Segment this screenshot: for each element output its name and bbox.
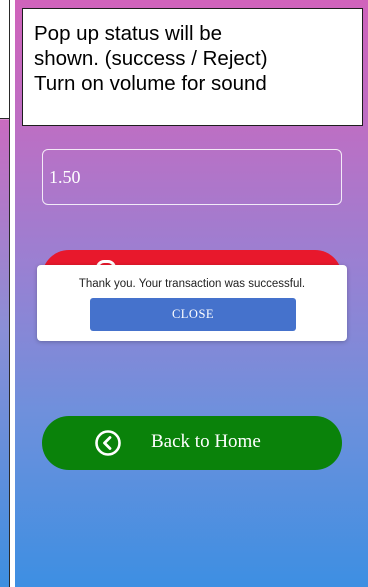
previous-screen-strip <box>0 0 9 587</box>
note-line-2: shown. (success / Reject) <box>34 47 268 70</box>
amount-value: 1.50 <box>49 167 81 187</box>
close-button[interactable]: CLOSE <box>90 298 296 331</box>
back-to-home-label: Back to Home <box>151 431 261 452</box>
amount-field[interactable]: 1.50 <box>42 149 342 205</box>
status-popup: Thank you. Your transaction was successf… <box>37 265 347 341</box>
popup-message: Thank you. Your transaction was successf… <box>78 278 306 290</box>
annotation-note: Pop up status will be shown. (success / … <box>22 8 363 126</box>
chevron-left-circle-icon <box>95 430 121 456</box>
note-line-3: Turn on volume for sound <box>34 72 267 95</box>
note-line-1: Pop up status will be <box>34 22 223 45</box>
back-to-home-button[interactable]: Back to Home <box>42 416 342 470</box>
previous-screen-note-border <box>0 118 9 119</box>
previous-screen-border <box>9 0 10 587</box>
